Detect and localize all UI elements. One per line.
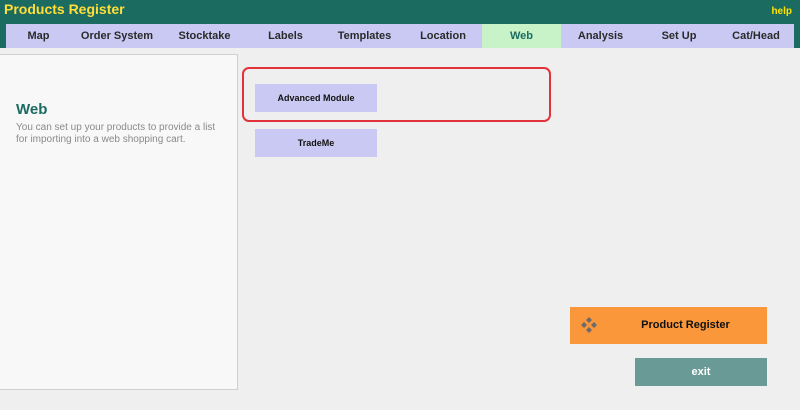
product-register-button[interactable]: Product Register <box>570 307 767 344</box>
help-link[interactable]: help <box>771 6 792 17</box>
tab-web[interactable]: Web <box>482 24 561 48</box>
exit-button[interactable]: exit <box>635 358 767 386</box>
section-title: Web <box>16 101 48 118</box>
tab-labels[interactable]: Labels <box>246 24 325 48</box>
tab-templates[interactable]: Templates <box>325 24 404 48</box>
tab-bar: Map Order System Stocktake Labels Templa… <box>0 24 800 48</box>
app-title: Products Register <box>4 1 125 17</box>
tab-set-up[interactable]: Set Up <box>640 24 718 48</box>
tab-stocktake[interactable]: Stocktake <box>163 24 246 48</box>
tab-map[interactable]: Map <box>6 24 71 48</box>
trademe-button[interactable]: TradeMe <box>255 129 377 157</box>
section-description: You can set up your products to provide … <box>16 122 216 145</box>
advanced-module-button[interactable]: Advanced Module <box>255 84 377 112</box>
title-bar: Products Register help <box>0 0 800 24</box>
tab-location[interactable]: Location <box>404 24 482 48</box>
diamond-cluster-icon <box>580 316 598 334</box>
section-info-panel: Web You can set up your products to prov… <box>0 54 238 390</box>
tab-order-system[interactable]: Order System <box>71 24 163 48</box>
tab-analysis[interactable]: Analysis <box>561 24 640 48</box>
product-register-label: Product Register <box>641 319 730 331</box>
tab-cat-head[interactable]: Cat/Head <box>718 24 794 48</box>
tab-list: Map Order System Stocktake Labels Templa… <box>6 24 794 48</box>
